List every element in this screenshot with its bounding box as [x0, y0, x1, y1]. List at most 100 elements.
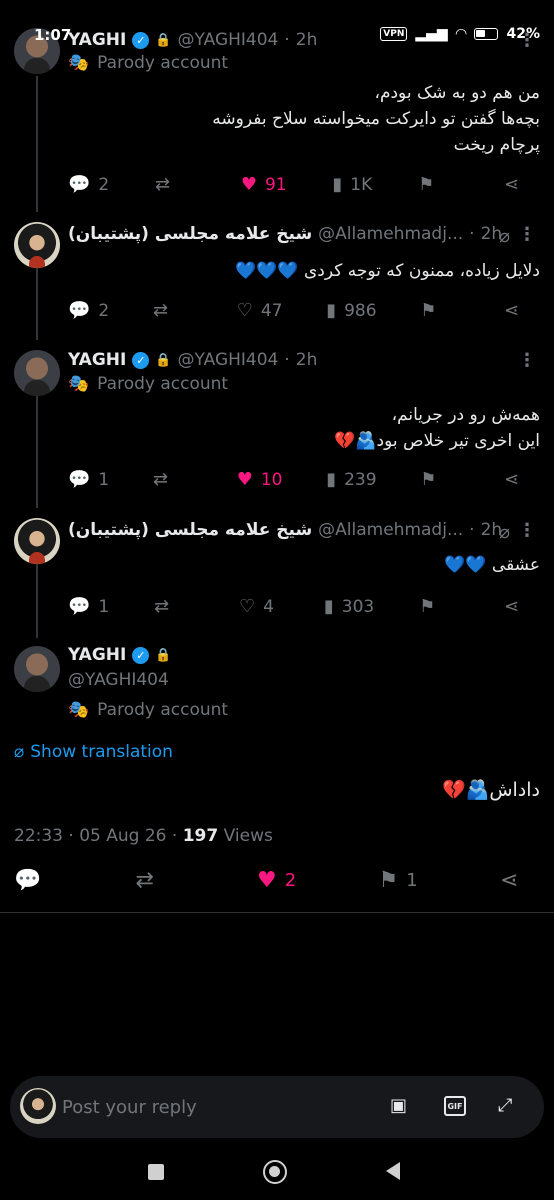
parody-badge: 🎭 Parody account — [68, 700, 228, 720]
like-button[interactable]: ♥ 2 — [257, 868, 297, 893]
translate-icon: ⌀ — [14, 742, 25, 762]
views-button[interactable]: ▮ 1K — [332, 174, 372, 195]
reply-icon: 💬 — [68, 596, 91, 617]
bookmark-button[interactable]: ⚑ — [419, 596, 459, 617]
tweet[interactable]: شیخ علامه مجلسی (پشتیبان) @Allamehmadj..… — [0, 212, 554, 340]
like-button[interactable]: ♥ 10 — [237, 469, 283, 490]
heart-outline-icon: ♡ — [236, 300, 253, 321]
repost-button[interactable]: ⇄ — [154, 596, 194, 617]
tweet-date: 05 Aug 26 — [79, 826, 167, 846]
avatar[interactable] — [14, 350, 60, 396]
tweet-text-line: بچه‌ها گفتن تو دایرکت میخواسته سلاح بفرو… — [212, 109, 540, 129]
tweet-text-line: من هم دو به شک بودم، — [374, 83, 540, 103]
show-translation-link[interactable]: ⌀ Show translation — [14, 742, 173, 762]
avatar[interactable] — [14, 28, 60, 74]
image-icon[interactable]: ▣ — [390, 1095, 407, 1116]
parody-badge: 🎭 Parody account — [68, 374, 228, 394]
display-name[interactable]: YAGHI — [68, 30, 126, 50]
main-avatar[interactable] — [14, 646, 60, 692]
tweet-time: 2h — [295, 30, 318, 50]
avatar[interactable] — [14, 518, 60, 564]
lock-icon: 🔒 — [155, 32, 172, 48]
views-count: 197 — [182, 826, 219, 846]
tweet-text: دلایل زیاده، ممنون که توجه کردی 💙💙💙 — [235, 258, 540, 284]
separator-dot: · — [469, 520, 475, 540]
views-button[interactable]: ▮ 303 — [324, 596, 374, 617]
bookmark-button[interactable]: ⚑ — [420, 469, 460, 490]
bookmark-button[interactable]: ⚑ — [418, 174, 458, 195]
share-button[interactable]: ⋖ — [504, 300, 544, 321]
grok-icon[interactable]: ⌀ — [499, 522, 510, 543]
repost-icon: ⇄ — [155, 174, 171, 195]
tweet-actions: 💬 1 ⇄ ♥ 10 ▮ 239 ⚑ ⋖ — [68, 469, 544, 490]
mask-icon: 🎭 — [68, 374, 90, 394]
verified-icon: ✓ — [132, 646, 150, 664]
handle: @Allamehmadj... — [318, 224, 464, 244]
grok-icon[interactable]: ⌀ — [499, 226, 510, 247]
repost-button[interactable]: ⇄ — [153, 469, 193, 490]
views-button[interactable]: ▮ 239 — [326, 469, 376, 490]
main-handle[interactable]: @YAGHI404 — [68, 670, 169, 690]
display-name[interactable]: شیخ علامه مجلسی (پشتیبان) — [68, 520, 312, 540]
show-translation-label: Show translation — [30, 742, 173, 762]
tweet-time: 2h — [295, 350, 318, 370]
reply-input[interactable] — [62, 1076, 362, 1138]
share-button[interactable]: ⋖ — [504, 469, 544, 490]
tweet[interactable]: YAGHI ✓ 🔒 @YAGHI404 · 2h ⋮ 🎭 Parody acco… — [0, 340, 554, 508]
display-name[interactable]: YAGHI — [68, 645, 126, 665]
display-name[interactable]: YAGHI — [68, 350, 126, 370]
tweet-actions: 💬 2 ⇄ ♥ 91 ▮ 1K ⚑ ⋖ — [68, 174, 544, 195]
tweet-actions: 💬 2 ⇄ ♡ 47 ▮ 986 ⚑ ⋖ — [68, 300, 544, 321]
views-button[interactable]: ▮ 986 — [326, 300, 376, 321]
reply-button[interactable]: 💬 2 — [68, 174, 109, 195]
home-button[interactable] — [263, 1160, 287, 1184]
repost-button[interactable]: ⇄ — [155, 174, 195, 195]
separator-dot: · — [171, 826, 183, 846]
repost-button[interactable]: ⇄ — [153, 300, 193, 321]
bookmark-button[interactable]: ⚑ 1 — [379, 868, 419, 893]
separator-dot: · — [469, 224, 475, 244]
separator-dot: · — [284, 30, 290, 50]
share-icon: ⋖ — [500, 868, 519, 893]
more-icon[interactable]: ⋮ — [518, 520, 536, 541]
avatar[interactable] — [14, 222, 60, 268]
tweet[interactable]: YAGHI ✓ 🔒 @YAGHI404 · 2h ⋮ 🎭 Parody acco… — [0, 0, 554, 212]
expand-icon[interactable]: ⤢ — [498, 1095, 512, 1116]
tweet-text: من هم دو به شک بودم، بچه‌ها گفتن تو دایر… — [212, 80, 540, 158]
tweet-text-line: این اخری تیر خلاص بود🫂💔 — [334, 431, 540, 451]
views-icon: ▮ — [326, 300, 337, 321]
like-count: 91 — [264, 174, 287, 195]
share-button[interactable]: ⋖ — [500, 868, 540, 893]
display-name[interactable]: شیخ علامه مجلسی (پشتیبان) — [68, 224, 312, 244]
share-button[interactable]: ⋖ — [504, 174, 544, 195]
parody-badge: 🎭 Parody account — [68, 53, 228, 73]
more-icon[interactable]: ⋮ — [518, 224, 536, 245]
system-nav-bar — [0, 1150, 554, 1200]
more-icon[interactable]: ⋮ — [518, 30, 536, 51]
like-button[interactable]: ♡ 4 — [239, 596, 279, 617]
recents-button[interactable] — [148, 1164, 164, 1180]
reply-icon: 💬 — [68, 469, 91, 490]
more-icon[interactable]: ⋮ — [518, 350, 536, 371]
like-count: 4 — [263, 596, 274, 617]
tweet-time: 22:33 — [14, 826, 63, 846]
back-button[interactable] — [386, 1162, 400, 1180]
parody-label: Parody account — [97, 700, 229, 720]
reply-button[interactable]: 💬 2 — [68, 300, 109, 321]
reply-button[interactable]: 💬 — [14, 868, 54, 893]
gif-icon[interactable]: GIF — [444, 1096, 466, 1116]
share-button[interactable]: ⋖ — [504, 596, 544, 617]
reply-button[interactable]: 💬 1 — [68, 596, 109, 617]
reply-icon: 💬 — [68, 300, 91, 321]
bookmark-button[interactable]: ⚑ — [420, 300, 460, 321]
repost-button[interactable]: ⇄ — [136, 868, 176, 893]
reply-count: 2 — [98, 174, 110, 195]
like-button[interactable]: ♡ 47 — [237, 300, 283, 321]
tweet-text-line: پرچام ریخت — [453, 135, 540, 155]
like-button[interactable]: ♥ 91 — [241, 174, 287, 195]
handle: @YAGHI404 — [177, 350, 279, 370]
tweet[interactable]: شیخ علامه مجلسی (پشتیبان) @Allamehmadj..… — [0, 508, 554, 638]
tweet-actions: 💬 1 ⇄ ♡ 4 ▮ 303 ⚑ ⋖ — [68, 596, 544, 617]
reply-button[interactable]: 💬 1 — [68, 469, 109, 490]
reply-icon: 💬 — [68, 174, 91, 195]
